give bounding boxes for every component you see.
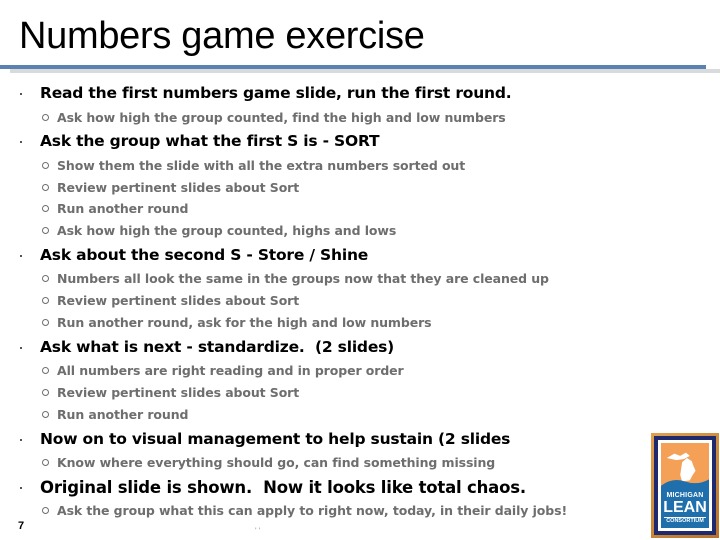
bullet-item: Ask the group what the first S is - SORT (20, 132, 380, 150)
sub-bullet-item: Show them the slide with all the extra n… (42, 158, 465, 173)
sub-bullet-text: Show them the slide with all the extra n… (57, 158, 466, 173)
circle-bullet-icon (42, 227, 49, 234)
circle-bullet-icon (42, 205, 49, 212)
bullet-dot-icon (20, 141, 22, 143)
bullet-text: Ask the group what the first S is - SORT (40, 132, 380, 150)
sub-bullet-text: Run another round (57, 407, 189, 422)
circle-bullet-icon (42, 507, 49, 514)
logo-line-lean: LEAN (663, 499, 707, 516)
sub-bullet-text: Run another round (57, 201, 189, 216)
circle-bullet-icon (42, 297, 49, 304)
bullet-text: Ask what is next - standardize. (2 slide… (40, 338, 395, 356)
bullet-dot-icon (20, 255, 22, 257)
sub-bullet-text: Review pertinent slides about Sort (57, 180, 300, 195)
logo-line-consortium: CONSORTIUM (664, 517, 706, 525)
bullet-item: Ask what is next - standardize. (2 slide… (20, 338, 395, 356)
circle-bullet-icon (42, 275, 49, 282)
circle-bullet-icon (42, 319, 49, 326)
sub-bullet-item: Review pertinent slides about Sort (42, 180, 299, 195)
circle-bullet-icon (42, 184, 49, 191)
circle-bullet-icon (42, 114, 49, 121)
footer-mark: ' ' (255, 527, 261, 534)
sub-bullet-text: Review pertinent slides about Sort (57, 293, 300, 308)
sub-bullet-item: Review pertinent slides about Sort (42, 293, 299, 308)
slide-number: 7 (18, 520, 25, 532)
bullet-dot-icon (20, 487, 22, 489)
logo-text-block: MICHIGAN LEAN CONSORTIUM (661, 490, 709, 528)
circle-bullet-icon (42, 162, 49, 169)
bullet-dot-icon (20, 93, 22, 95)
sub-bullet-item: Run another round, ask for the high and … (42, 315, 432, 330)
bullet-text: Ask about the second S - Store / Shine (40, 246, 369, 264)
circle-bullet-icon (42, 411, 49, 418)
sub-bullet-item: All numbers are right reading and in pro… (42, 363, 404, 378)
sub-bullet-item: Numbers all look the same in the groups … (42, 271, 549, 286)
logo-panel: MICHIGAN LEAN CONSORTIUM (658, 440, 712, 531)
slide-body: Read the first numbers game slide, run t… (0, 0, 720, 540)
sub-bullet-item: Review pertinent slides about Sort (42, 385, 299, 400)
bullet-item: Ask about the second S - Store / Shine (20, 246, 369, 264)
sub-bullet-text: Ask the group what this can apply to rig… (57, 503, 568, 518)
sub-bullet-item: Ask how high the group counted, highs an… (42, 223, 396, 238)
circle-bullet-icon (42, 389, 49, 396)
bullet-item: Read the first numbers game slide, run t… (20, 84, 512, 102)
logo-frame: MICHIGAN LEAN CONSORTIUM (654, 436, 716, 535)
sub-bullet-item: Know where everything should go, can fin… (42, 455, 495, 470)
sub-bullet-text: Ask how high the group counted, highs an… (57, 223, 397, 238)
bullet-text: Read the first numbers game slide, run t… (40, 84, 512, 102)
sub-bullet-item: Run another round (42, 201, 188, 216)
bullet-dot-icon (20, 347, 22, 349)
bullet-item: Original slide is shown. Now it looks li… (20, 478, 526, 497)
sub-bullet-text: Numbers all look the same in the groups … (57, 271, 549, 286)
sub-bullet-item: Ask how high the group counted, find the… (42, 110, 506, 125)
bullet-text: Now on to visual management to help sust… (40, 430, 511, 448)
bullet-text: Original slide is shown. Now it looks li… (40, 478, 526, 497)
sub-bullet-text: Ask how high the group counted, find the… (57, 110, 506, 125)
michigan-map-icon (661, 443, 709, 490)
sub-bullet-text: Run another round, ask for the high and … (57, 315, 432, 330)
bullet-dot-icon (20, 439, 22, 441)
sub-bullet-item: Ask the group what this can apply to rig… (42, 503, 567, 518)
sub-bullet-text: All numbers are right reading and in pro… (57, 363, 404, 378)
bullet-item: Now on to visual management to help sust… (20, 430, 511, 448)
michigan-lean-consortium-logo: MICHIGAN LEAN CONSORTIUM (651, 433, 719, 538)
sub-bullet-text: Review pertinent slides about Sort (57, 385, 300, 400)
circle-bullet-icon (42, 459, 49, 466)
sub-bullet-item: Run another round (42, 407, 188, 422)
sub-bullet-text: Know where everything should go, can fin… (57, 455, 496, 470)
circle-bullet-icon (42, 367, 49, 374)
